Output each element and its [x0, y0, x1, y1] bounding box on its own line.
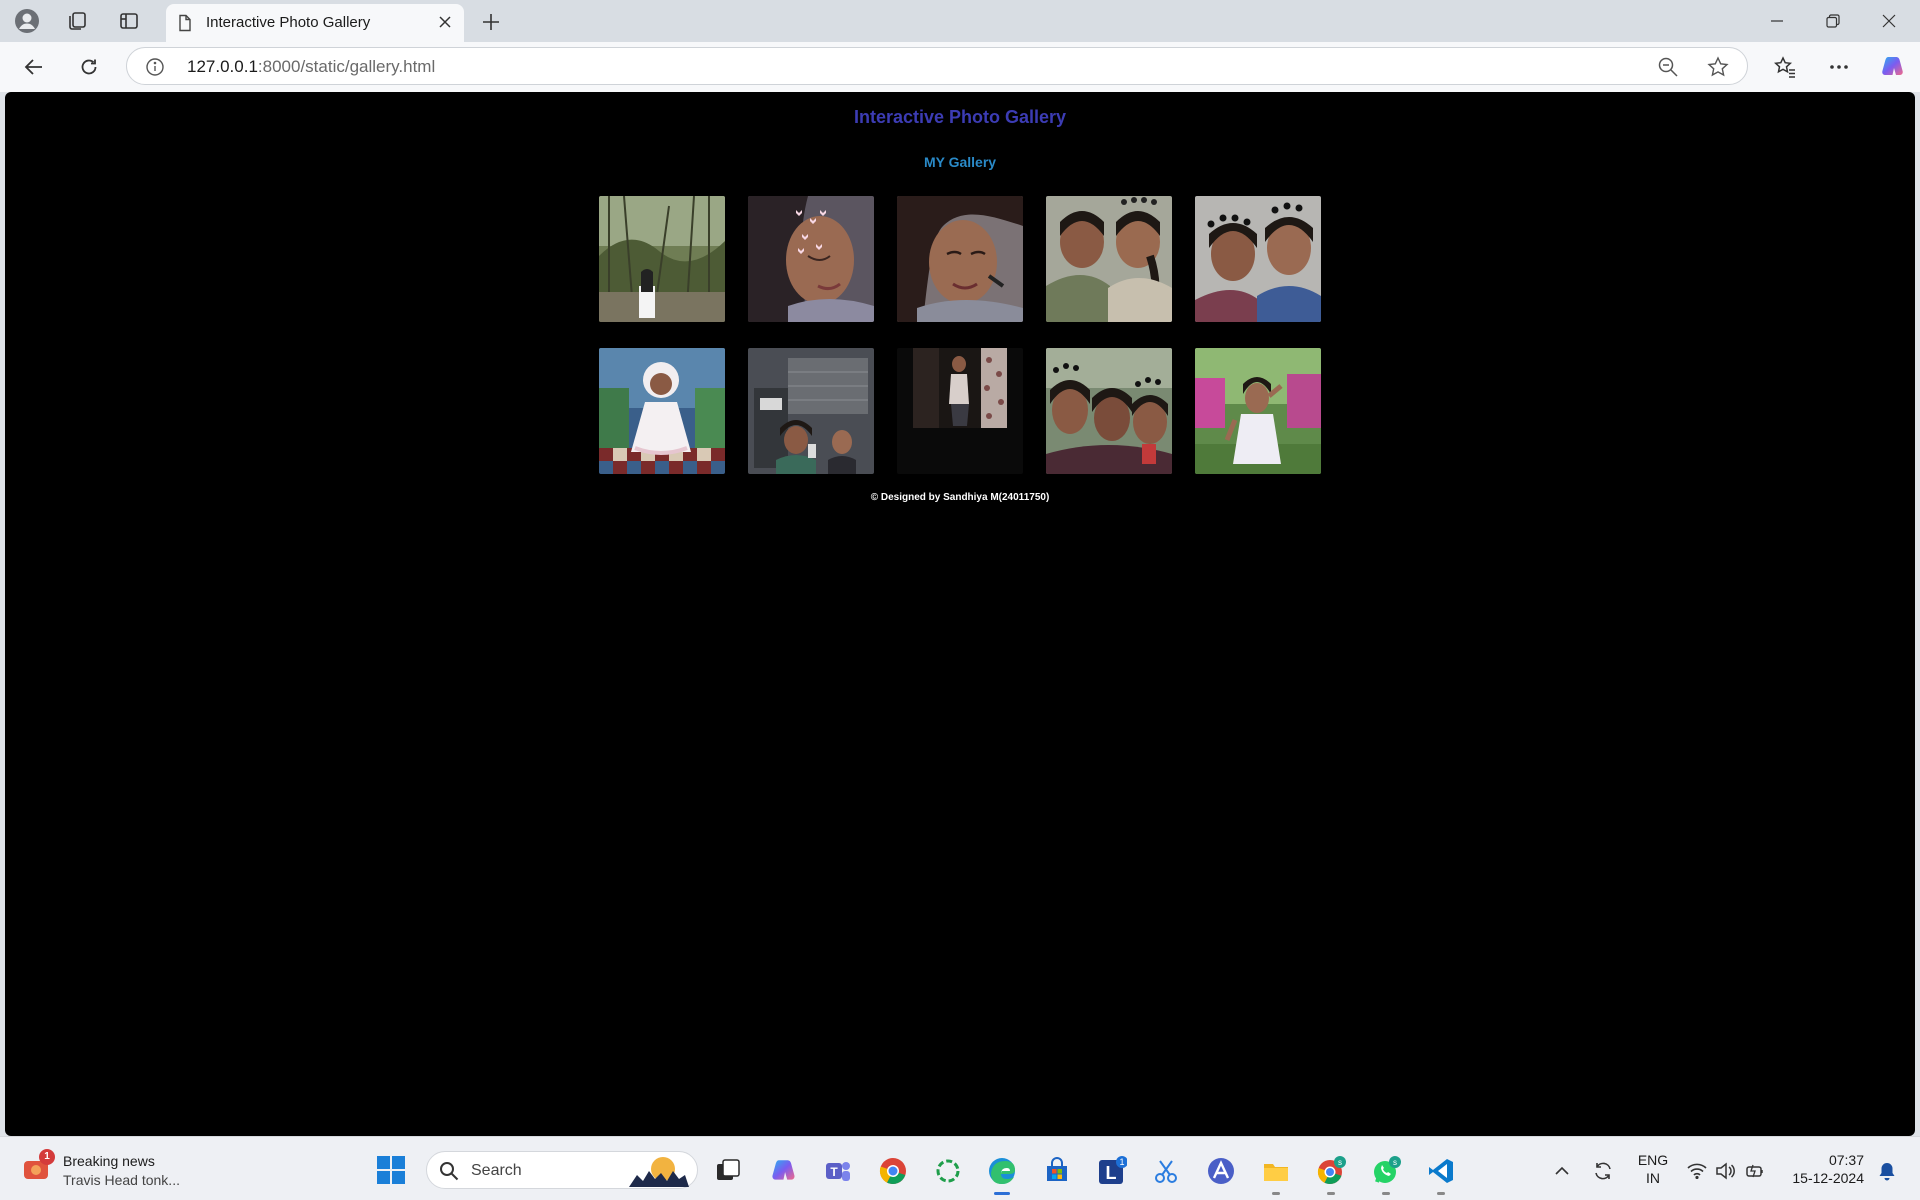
vertical-tabs-icon[interactable]	[114, 7, 144, 35]
footer-credit: © Designed by Sandhiya M(24011750)	[870, 492, 1050, 503]
svg-text:s: s	[1393, 1158, 1397, 1167]
back-arrow-icon[interactable]	[18, 51, 50, 83]
favorites-icon[interactable]	[1768, 51, 1802, 83]
running-indicator	[1437, 1192, 1445, 1195]
news-badge: 1	[39, 1149, 55, 1165]
azure-app-icon[interactable]	[1201, 1151, 1241, 1191]
update-sync-icon[interactable]	[1588, 1151, 1618, 1191]
browser-toolbar: 127.0.0.1:8000/static/gallery.html	[0, 42, 1920, 92]
photo-thumbnail-woman-among-mangrove-trees[interactable]	[599, 196, 725, 322]
store-icon[interactable]	[1037, 1151, 1077, 1191]
photo-thumbnail-two-friends-with-heart-filter[interactable]	[1195, 196, 1321, 322]
tab-gallery[interactable]: Interactive Photo Gallery	[166, 4, 464, 42]
address-bar[interactable]: 127.0.0.1:8000/static/gallery.html	[126, 47, 1748, 85]
title-bar: Interactive Photo Gallery	[0, 0, 1920, 42]
running-indicator	[1327, 1192, 1335, 1195]
running-indicator	[1272, 1192, 1280, 1195]
page-viewport: Interactive Photo Gallery MY Gallery © D…	[5, 92, 1915, 1136]
photo-thumbnail-selfie-portrait[interactable]	[897, 196, 1023, 322]
language-indicator[interactable]: ENG IN	[1634, 1151, 1672, 1187]
snipping-tool-icon[interactable]	[1146, 1151, 1186, 1191]
volume-icon[interactable]	[1712, 1151, 1738, 1191]
url-text[interactable]: 127.0.0.1:8000/static/gallery.html	[187, 57, 435, 77]
svg-text:T: T	[830, 1165, 838, 1179]
news-subtitle: Travis Head tonk...	[63, 1172, 180, 1188]
page-icon	[179, 14, 191, 32]
app-l-icon[interactable]: L1	[1092, 1151, 1132, 1191]
svg-text:1: 1	[1119, 1157, 1124, 1167]
file-explorer-icon[interactable]	[1256, 1151, 1296, 1195]
clock[interactable]: 07:37 15-12-2024	[1784, 1151, 1864, 1187]
zoom-out-icon[interactable]	[1657, 56, 1679, 78]
sync-app-icon[interactable]	[928, 1151, 968, 1191]
vscode-icon[interactable]	[1421, 1151, 1461, 1195]
restore-icon[interactable]	[1810, 4, 1856, 38]
wifi-icon[interactable]	[1684, 1151, 1710, 1191]
search-icon	[440, 1162, 459, 1181]
search-highlight-icon	[629, 1157, 689, 1187]
minimize-icon[interactable]	[1754, 4, 1800, 38]
taskbar-search[interactable]: Search	[426, 1151, 698, 1189]
svg-text:L: L	[1106, 1163, 1117, 1183]
photo-thumbnail-mirror-selfie-dark-room[interactable]	[897, 348, 1023, 474]
collections-icon[interactable]	[62, 7, 92, 35]
photo-grid	[599, 196, 1327, 474]
task-view-icon[interactable]	[708, 1151, 748, 1191]
running-indicator	[1382, 1192, 1390, 1195]
photo-thumbnail-two-friends-selfie[interactable]	[1046, 196, 1172, 322]
teams-icon[interactable]: T	[818, 1151, 858, 1191]
copilot-icon[interactable]	[1876, 51, 1910, 83]
photo-thumbnail-selfie-with-heart-filter[interactable]	[748, 196, 874, 322]
show-hidden-icons-chevron-icon[interactable]	[1550, 1151, 1574, 1191]
active-indicator	[994, 1192, 1010, 1195]
favorite-star-icon[interactable]	[1707, 56, 1729, 78]
more-options-icon[interactable]	[1822, 51, 1856, 83]
notification-bell-icon[interactable]	[1874, 1151, 1900, 1191]
site-info-icon[interactable]	[145, 57, 165, 77]
chrome-profile-icon[interactable]: s	[1311, 1151, 1351, 1195]
search-label: Search	[471, 1162, 522, 1179]
news-widget[interactable]: 1 Breaking news Travis Head tonk...	[22, 1149, 202, 1189]
edge-icon[interactable]	[982, 1151, 1022, 1195]
gallery-heading: MY Gallery	[923, 154, 997, 170]
taskbar: 1 Breaking news Travis Head tonk... Sear…	[0, 1136, 1920, 1200]
svg-text:s: s	[1338, 1158, 1342, 1167]
photo-thumbnail-mirror-selfie-in-room[interactable]	[748, 348, 874, 474]
battery-icon[interactable]	[1742, 1151, 1768, 1191]
tab-title: Interactive Photo Gallery	[206, 14, 371, 31]
news-title: Breaking news	[63, 1153, 155, 1169]
photo-thumbnail-girl-in-garden[interactable]	[1195, 348, 1321, 474]
close-window-icon[interactable]	[1866, 4, 1912, 38]
profile-icon[interactable]	[12, 7, 42, 35]
photo-thumbnail-group-selfie-three-friends[interactable]	[1046, 348, 1172, 474]
windows-start-icon[interactable]	[376, 1155, 406, 1185]
page-title: Interactive Photo Gallery	[853, 107, 1067, 127]
chrome-icon[interactable]	[873, 1151, 913, 1191]
close-tab-icon[interactable]	[436, 13, 454, 31]
new-tab-icon[interactable]	[478, 9, 504, 35]
copilot-app-icon[interactable]	[764, 1151, 804, 1191]
whatsapp-icon[interactable]: s	[1366, 1151, 1406, 1195]
photo-thumbnail-child-in-white-dress[interactable]	[599, 348, 725, 474]
refresh-icon[interactable]	[73, 51, 105, 83]
